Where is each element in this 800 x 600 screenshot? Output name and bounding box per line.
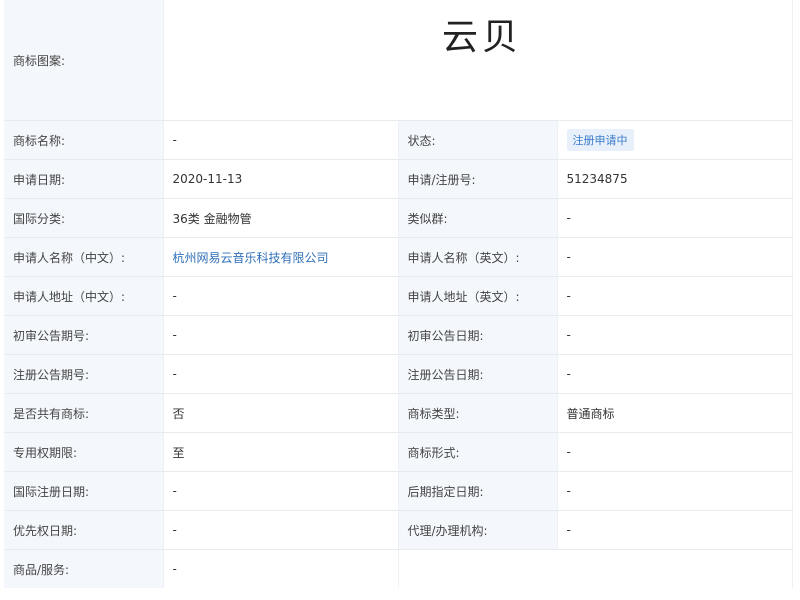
prelim-notice-date-value: - (557, 315, 793, 355)
priority-date-label: 优先权日期: (4, 510, 164, 550)
shared-trademark-label: 是否共有商标: (4, 393, 164, 433)
reg-notice-number-value: - (163, 354, 399, 394)
intl-reg-date-value: - (163, 471, 399, 511)
shared-trademark-value: 否 (163, 393, 399, 433)
empty-cell (398, 549, 793, 588)
table-row: 国际注册日期: - 后期指定日期: - (4, 471, 793, 511)
status-cell: 注册申请中 (557, 120, 793, 160)
table-row: 商品/服务: - (4, 549, 793, 588)
table-row: 商标名称: - 状态: 注册申请中 (4, 120, 793, 160)
applicant-name-cn-cell: 杭州网易云音乐科技有限公司 (163, 237, 399, 277)
applicant-address-en-label: 申请人地址（英文）: (398, 276, 558, 316)
reg-notice-number-label: 注册公告期号: (4, 354, 164, 394)
agency-value: - (557, 510, 793, 550)
applicant-address-cn-label: 申请人地址（中文）: (4, 276, 164, 316)
trademark-form-value: - (557, 432, 793, 472)
trademark-image-label: 商标图案: (4, 0, 164, 121)
table-row: 优先权日期: - 代理/办理机构: - (4, 510, 793, 550)
trademark-type-label: 商标类型: (398, 393, 558, 433)
table-row: 申请人地址（中文）: - 申请人地址（英文）: - (4, 276, 793, 316)
trademark-type-value: 普通商标 (557, 393, 793, 433)
exclusive-period-value: 至 (163, 432, 399, 472)
trademark-image-cell: 云贝 (163, 0, 793, 121)
trademark-form-label: 商标形式: (398, 432, 558, 472)
reg-notice-date-value: - (557, 354, 793, 394)
trademark-info-table: 商标图案: 云贝 商标名称: - 状态: 注册申请中 申请日期: 2020-11… (4, 0, 793, 588)
table-row: 注册公告期号: - 注册公告日期: - (4, 354, 793, 394)
reg-notice-date-label: 注册公告日期: (398, 354, 558, 394)
prelim-notice-date-label: 初审公告日期: (398, 315, 558, 355)
goods-services-value: - (163, 549, 399, 588)
goods-services-label: 商品/服务: (4, 549, 164, 588)
status-label: 状态: (398, 120, 558, 160)
trademark-detail-page: 商标图案: 云贝 商标名称: - 状态: 注册申请中 申请日期: 2020-11… (0, 0, 800, 600)
agency-label: 代理/办理机构: (398, 510, 558, 550)
table-row: 申请人名称（中文）: 杭州网易云音乐科技有限公司 申请人名称（英文）: - (4, 237, 793, 277)
table-row: 初审公告期号: - 初审公告日期: - (4, 315, 793, 355)
intl-class-label: 国际分类: (4, 198, 164, 238)
prelim-notice-number-label: 初审公告期号: (4, 315, 164, 355)
table-row: 专用权期限: 至 商标形式: - (4, 432, 793, 472)
exclusive-period-label: 专用权期限: (4, 432, 164, 472)
trademark-image-text: 云贝 (442, 17, 523, 58)
applicant-name-en-value: - (557, 237, 793, 277)
similar-group-label: 类似群: (398, 198, 558, 238)
table-row: 是否共有商标: 否 商标类型: 普通商标 (4, 393, 793, 433)
table-row: 申请日期: 2020-11-13 申请/注册号: 51234875 (4, 159, 793, 199)
later-designation-date-label: 后期指定日期: (398, 471, 558, 511)
prelim-notice-number-value: - (163, 315, 399, 355)
applicant-address-en-value: - (557, 276, 793, 316)
applicant-name-cn-label: 申请人名称（中文）: (4, 237, 164, 277)
status-badge: 注册申请中 (566, 129, 634, 151)
trademark-image-row: 商标图案: 云贝 (4, 0, 793, 121)
application-date-label: 申请日期: (4, 159, 164, 199)
intl-class-value: 36类 金融物管 (163, 198, 399, 238)
applicant-name-cn-link[interactable]: 杭州网易云音乐科技有限公司 (173, 251, 329, 265)
application-date-value: 2020-11-13 (163, 159, 399, 199)
registration-number-label: 申请/注册号: (398, 159, 558, 199)
trademark-name-value: - (163, 120, 399, 160)
trademark-name-label: 商标名称: (4, 120, 164, 160)
similar-group-value: - (557, 198, 793, 238)
intl-reg-date-label: 国际注册日期: (4, 471, 164, 511)
table-row: 国际分类: 36类 金融物管 类似群: - (4, 198, 793, 238)
applicant-name-en-label: 申请人名称（英文）: (398, 237, 558, 277)
priority-date-value: - (163, 510, 399, 550)
registration-number-value: 51234875 (557, 159, 793, 199)
later-designation-date-value: - (557, 471, 793, 511)
applicant-address-cn-value: - (163, 276, 399, 316)
